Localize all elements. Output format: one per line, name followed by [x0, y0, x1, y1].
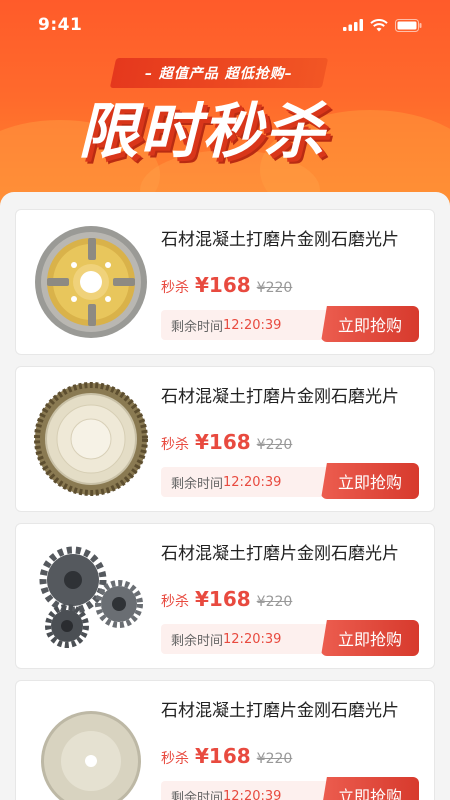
- countdown-bar: 剩余时间 12:20:39: [161, 467, 333, 497]
- product-title[interactable]: 石材混凝土打磨片金刚石磨光片: [161, 225, 423, 250]
- grinding-cup-wheel-icon: [35, 226, 147, 338]
- sale-price: ¥168: [195, 587, 251, 611]
- price-row: 秒杀 ¥168 ¥220: [161, 587, 292, 611]
- buy-now-button[interactable]: 立即抢购: [321, 306, 419, 342]
- original-price: ¥220: [256, 594, 293, 610]
- diamond-saw-blade-icon: [34, 382, 148, 496]
- product-card[interactable]: 石材混凝土打磨片金刚石磨光片 秒杀 ¥168 ¥220 剩余时间 12:20:39…: [15, 209, 435, 355]
- price-row: 秒杀 ¥168 ¥220: [161, 430, 292, 454]
- product-card[interactable]: 石材混凝土打磨片金刚石磨光片 秒杀 ¥168 ¥220 剩余时间 12:20:39…: [15, 366, 435, 512]
- status-bar: 9:41: [0, 0, 450, 50]
- gear-set-icon: [39, 546, 143, 648]
- product-card[interactable]: 石材混凝土打磨片金刚石磨光片 秒杀 ¥168 ¥220 剩余时间 12:20:39…: [15, 523, 435, 669]
- flash-sale-label: 秒杀: [161, 437, 189, 453]
- sale-price: ¥168: [195, 430, 251, 454]
- signal-icon: [343, 19, 363, 31]
- countdown-label: 剩余时间: [171, 633, 224, 649]
- original-price: ¥220: [256, 437, 293, 453]
- product-image: [32, 380, 150, 498]
- product-title[interactable]: 石材混凝土打磨片金刚石磨光片: [161, 696, 423, 721]
- flash-sale-label: 秒杀: [161, 751, 189, 767]
- countdown-label: 剩余时间: [171, 790, 224, 800]
- banner-subtitle-ribbon: – 超值产品 超低抢购–: [109, 58, 329, 88]
- status-icons: [343, 18, 422, 32]
- flash-sale-banner: 9:41 – 超值产品 超低抢购– 限时秒杀: [0, 0, 450, 215]
- product-list: 石材混凝土打磨片金刚石磨光片 秒杀 ¥168 ¥220 剩余时间 12:20:39…: [0, 192, 450, 800]
- product-title[interactable]: 石材混凝土打磨片金刚石磨光片: [161, 539, 423, 564]
- wifi-icon: [370, 18, 388, 31]
- countdown-bar: 剩余时间 12:20:39: [161, 624, 333, 654]
- countdown-label: 剩余时间: [171, 476, 224, 492]
- countdown-time: 12:20:39: [223, 788, 282, 800]
- sale-price: ¥168: [195, 273, 251, 297]
- countdown-time: 12:20:39: [223, 474, 282, 490]
- original-price: ¥220: [256, 751, 293, 767]
- product-card[interactable]: 石材混凝土打磨片金刚石磨光片 秒杀 ¥168 ¥220 剩余时间 12:20:39…: [15, 680, 435, 800]
- countdown-bar: 剩余时间 12:20:39: [161, 310, 333, 340]
- price-row: 秒杀 ¥168 ¥220: [161, 273, 292, 297]
- banner-title-text: 限时秒杀: [78, 97, 326, 167]
- status-time: 9:41: [38, 15, 83, 35]
- buy-now-button[interactable]: 立即抢购: [321, 777, 419, 800]
- price-row: 秒杀 ¥168 ¥220: [161, 744, 292, 768]
- product-image: [32, 694, 150, 800]
- buy-now-button[interactable]: 立即抢购: [321, 620, 419, 656]
- product-title[interactable]: 石材混凝土打磨片金刚石磨光片: [161, 382, 423, 407]
- thin-cutting-disc-icon: [41, 711, 141, 800]
- original-price: ¥220: [256, 280, 293, 296]
- flash-sale-label: 秒杀: [161, 280, 189, 296]
- countdown-bar: 剩余时间 12:20:39: [161, 781, 333, 800]
- product-image: [32, 537, 150, 655]
- battery-icon: [395, 18, 422, 32]
- product-image: [32, 223, 150, 341]
- countdown-time: 12:20:39: [223, 317, 282, 333]
- countdown-time: 12:20:39: [223, 631, 282, 647]
- sale-price: ¥168: [195, 744, 251, 768]
- buy-now-button[interactable]: 立即抢购: [321, 463, 419, 499]
- banner-title: 限时秒杀: [78, 92, 378, 172]
- banner-subtitle: – 超值产品 超低抢购–: [145, 66, 293, 82]
- flash-sale-label: 秒杀: [161, 594, 189, 610]
- countdown-label: 剩余时间: [171, 319, 224, 335]
